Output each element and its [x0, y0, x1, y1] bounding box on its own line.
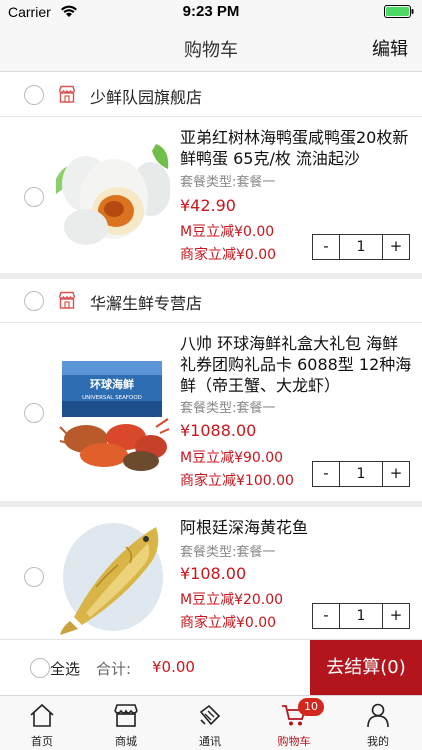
- item-package: 套餐类型:套餐一: [180, 401, 276, 416]
- item-package: 套餐类型:套餐一: [180, 175, 276, 190]
- box-subtitle: UNIVERSAL SEAFOOD: [82, 395, 142, 401]
- cart-item: 亚弟红树林海鸭蛋咸鸭蛋20枚新鲜鸭蛋 65克/枚 流油起沙 套餐类型:套餐一 ¥…: [0, 117, 422, 273]
- quantity-value[interactable]: 1: [339, 235, 383, 259]
- shop-select-radio[interactable]: [24, 291, 44, 311]
- tab-communication[interactable]: 通讯: [168, 696, 252, 750]
- seafood-gift-box-image[interactable]: 环球海鲜 UNIVERSAL SEAFOOD: [56, 357, 170, 475]
- shop-discount: 商家立减¥100.00: [180, 473, 294, 489]
- cart-count-badge: 10: [298, 698, 324, 716]
- tab-communication-label: 通讯: [199, 735, 221, 748]
- shop-header: 少鲜队园旗舰店: [0, 73, 422, 117]
- duck-egg-image[interactable]: [56, 139, 170, 245]
- decrease-button[interactable]: -: [313, 604, 339, 628]
- battery-icon: [384, 5, 414, 18]
- select-all-label[interactable]: 全选: [50, 658, 80, 679]
- m-bean-discount: M豆立减¥20.00: [180, 592, 284, 608]
- shop-name: 少鲜队园旗舰店: [90, 88, 203, 107]
- item-select-radio[interactable]: [24, 403, 44, 423]
- item-price: ¥1088.00: [180, 421, 257, 440]
- quantity-value[interactable]: 1: [339, 462, 383, 486]
- decrease-button[interactable]: -: [313, 235, 339, 259]
- quantity-stepper: - 1 +: [312, 234, 410, 260]
- increase-button[interactable]: +: [383, 462, 409, 486]
- store-icon: [58, 85, 76, 103]
- yellow-croaker-image[interactable]: [56, 517, 170, 637]
- item-package: 套餐类型:套餐一: [180, 545, 276, 560]
- person-icon: [367, 703, 389, 728]
- item-select-radio[interactable]: [24, 567, 44, 587]
- shop-select-radio[interactable]: [24, 85, 44, 105]
- shop-header: 华澥生鲜专营店: [0, 279, 422, 323]
- clock: 9:23 PM: [182, 3, 240, 20]
- tab-bar: 首页 商城 通讯 10 购物车 我的: [0, 695, 422, 750]
- tab-home-label: 首页: [31, 735, 53, 748]
- tab-mine[interactable]: 我的: [336, 696, 420, 750]
- tab-mine-label: 我的: [367, 735, 389, 748]
- store-icon: [114, 704, 138, 727]
- cart-item: 阿根廷深海黄花鱼 套餐类型:套餐一 ¥108.00 M豆立减¥20.00 商家立…: [0, 507, 422, 639]
- item-name[interactable]: 八帅 环球海鲜礼盒大礼包 海鲜礼券团购礼品卡 6088型 12种海鲜（帝王蟹、大…: [180, 333, 412, 396]
- shop-name: 华澥生鲜专营店: [90, 294, 203, 313]
- status-bar: Carrier 9:23 PM: [0, 0, 422, 24]
- navigation-bar: 购物车 编辑: [0, 24, 422, 72]
- tab-cart[interactable]: 10 购物车: [252, 696, 336, 750]
- select-all-radio[interactable]: [30, 658, 50, 678]
- store-icon: [58, 291, 76, 309]
- quantity-stepper: - 1 +: [312, 603, 410, 629]
- shop-discount: 商家立减¥0.00: [180, 615, 277, 631]
- shop-discount: 商家立减¥0.00: [180, 247, 277, 263]
- tab-cart-label: 购物车: [277, 735, 311, 748]
- checkout-bar: 全选 合计: ¥0.00 去结算(0): [0, 639, 422, 695]
- increase-button[interactable]: +: [383, 604, 409, 628]
- box-title: 环球海鲜: [90, 377, 134, 391]
- total-label: 合计:: [96, 660, 132, 678]
- tab-mall-label: 商城: [115, 735, 137, 748]
- cart-list[interactable]: 少鲜队园旗舰店 亚弟红树林海鸭蛋咸鸭蛋20枚新鲜鸭蛋 65克/枚 流油起沙 套餐…: [0, 73, 422, 639]
- page-title: 购物车: [184, 40, 238, 61]
- item-name[interactable]: 阿根廷深海黄花鱼: [180, 517, 412, 538]
- increase-button[interactable]: +: [383, 235, 409, 259]
- cart-item: 环球海鲜 UNIVERSAL SEAFOOD 八帅 环球海鲜礼盒大礼包 海鲜礼券…: [0, 323, 422, 501]
- tab-home[interactable]: 首页: [0, 696, 84, 750]
- m-bean-discount: M豆立减¥90.00: [180, 450, 284, 466]
- home-icon: [30, 703, 54, 727]
- item-price: ¥42.90: [180, 196, 236, 215]
- tab-mall[interactable]: 商城: [84, 696, 168, 750]
- decrease-button[interactable]: -: [313, 462, 339, 486]
- item-select-radio[interactable]: [24, 187, 44, 207]
- checkout-button[interactable]: 去结算(0): [310, 640, 422, 695]
- item-name[interactable]: 亚弟红树林海鸭蛋咸鸭蛋20枚新鲜鸭蛋 65克/枚 流油起沙: [180, 127, 412, 169]
- m-bean-discount: M豆立减¥0.00: [180, 224, 275, 240]
- communication-icon: [199, 704, 221, 726]
- edit-button[interactable]: 编辑: [372, 35, 408, 61]
- item-price: ¥108.00: [180, 564, 247, 583]
- quantity-stepper: - 1 +: [312, 461, 410, 487]
- quantity-value[interactable]: 1: [339, 604, 383, 628]
- total-amount: ¥0.00: [152, 658, 195, 676]
